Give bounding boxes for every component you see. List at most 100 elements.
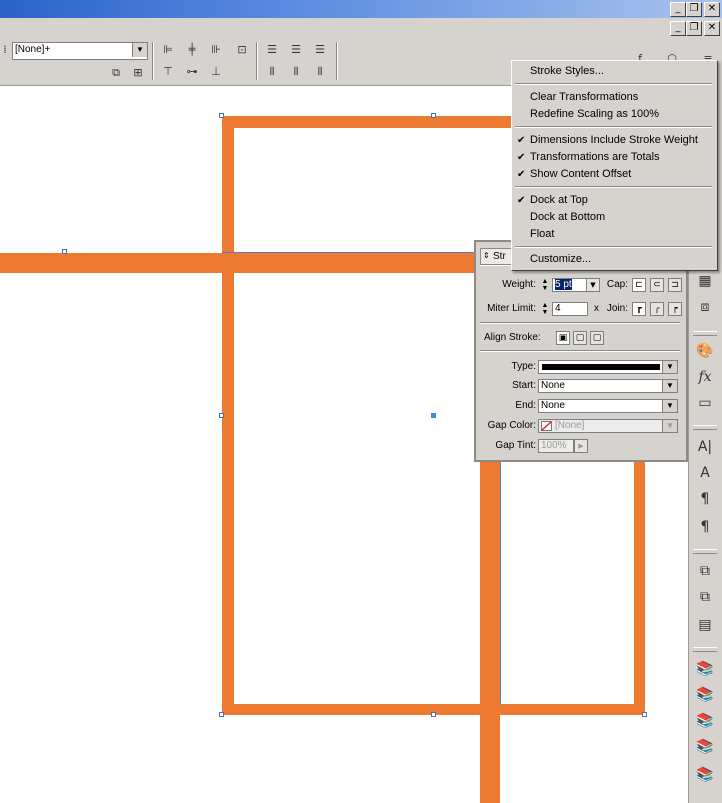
gap-color-value: [None] <box>555 420 585 431</box>
restore-button[interactable]: ❐ <box>686 2 702 17</box>
menu-item-label: Dimensions Include Stroke Weight <box>530 134 698 146</box>
vertical-bar-shape[interactable] <box>480 455 500 803</box>
close-button[interactable]: ✕ <box>704 2 720 17</box>
object-style-icon: ⁞ <box>3 43 7 56</box>
chevron-down-icon[interactable]: ▼ <box>132 43 147 57</box>
start-select[interactable]: None ▼ <box>538 379 678 393</box>
dock-grip[interactable] <box>693 425 717 430</box>
menu-item-dock-at-top[interactable]: ✔ Dock at Top <box>512 192 715 209</box>
object-style-select[interactable]: [None]+ ▼ <box>12 42 148 60</box>
chevron-down-icon[interactable]: ▼ <box>662 400 677 412</box>
menu-item-dimensions-include-stroke[interactable]: ✔ Dimensions Include Stroke Weight <box>512 132 715 149</box>
center-point-handle[interactable] <box>431 413 436 418</box>
pages-icon[interactable]: ⧉ <box>695 561 715 581</box>
character-icon[interactable]: A| <box>695 437 715 457</box>
paragraph-styles-icon[interactable]: ¶ <box>695 517 715 537</box>
align-top-edges-icon[interactable]: ⊤ <box>160 65 176 79</box>
selection-guide <box>500 455 501 705</box>
dock-grip[interactable] <box>693 647 717 652</box>
doc-restore-button[interactable]: ❐ <box>686 21 702 36</box>
bevel-join-button[interactable]: ┍ <box>668 302 682 316</box>
stroke-type-select[interactable]: ▼ <box>538 360 678 374</box>
menu-item-label: Transformations are Totals <box>530 151 660 163</box>
selection-handle[interactable] <box>219 113 224 118</box>
chevron-down-icon[interactable]: ▼ <box>586 278 600 292</box>
text-wrap-icon[interactable]: ⧈ <box>695 297 715 317</box>
swatches-icon[interactable]: ▦ <box>695 271 715 291</box>
menu-item-transformations-totals[interactable]: ✔ Transformations are Totals <box>512 149 715 166</box>
library-icon[interactable]: 📚 <box>695 765 715 785</box>
library-icon[interactable]: 📚 <box>695 737 715 757</box>
miter-stepper[interactable]: ▲ ▼ <box>539 302 551 316</box>
align-bottom-edges-icon[interactable]: ⊥ <box>208 65 224 79</box>
menu-item-clear-transformations[interactable]: Clear Transformations <box>512 89 715 106</box>
selection-handle[interactable] <box>642 712 647 717</box>
library-icon[interactable]: 📚 <box>695 711 715 731</box>
end-select[interactable]: None ▼ <box>538 399 678 413</box>
effects-fx-icon[interactable]: fx <box>695 367 715 387</box>
distribute-bottom-icon[interactable]: ☰ <box>312 43 328 57</box>
library-icon[interactable]: 📚 <box>695 685 715 705</box>
check-icon: ✔ <box>517 195 526 206</box>
color-palette-icon[interactable]: 🎨 <box>695 341 715 361</box>
gradient-icon[interactable]: ▭ <box>695 393 715 413</box>
selection-handle[interactable] <box>219 712 224 717</box>
library-icon[interactable]: 📚 <box>695 659 715 679</box>
distribute-left-icon[interactable]: ⦀ <box>264 65 280 79</box>
horizontal-bar-shape[interactable] <box>0 253 480 273</box>
menu-item-customize[interactable]: Customize... <box>512 251 715 268</box>
menu-item-dock-at-bottom[interactable]: Dock at Bottom <box>512 209 715 226</box>
links-icon[interactable]: ▤ <box>695 615 715 635</box>
menu-item-stroke-styles[interactable]: Stroke Styles... <box>512 63 715 80</box>
weight-stepper[interactable]: ▲ ▼ <box>539 278 551 292</box>
doc-close-button[interactable]: ✕ <box>704 21 720 36</box>
align-vertical-centers-icon[interactable]: ⊶ <box>184 65 200 79</box>
align-left-edges-icon[interactable]: ⊫ <box>160 43 176 57</box>
projecting-cap-button[interactable]: ⊐ <box>668 278 682 292</box>
clear-overrides-icon[interactable]: ⧉ <box>108 66 124 80</box>
miter-unit: x <box>594 303 599 314</box>
chevron-down-icon[interactable]: ▼ <box>662 361 677 373</box>
selection-handle[interactable] <box>219 413 224 418</box>
menu-item-float[interactable]: Float <box>512 226 715 243</box>
start-label: Start: <box>512 380 536 391</box>
weight-value: 5 pt <box>555 279 572 290</box>
align-outside-button[interactable]: ▢ <box>590 331 604 345</box>
minimize-button[interactable]: _ <box>670 2 686 17</box>
selection-handle[interactable] <box>431 113 436 118</box>
dock-grip[interactable] <box>693 331 717 336</box>
gap-tint-input: 100% <box>538 439 574 453</box>
paragraph-icon[interactable]: ¶ <box>695 489 715 509</box>
distribute-vcenter-icon[interactable]: ☰ <box>288 43 304 57</box>
distribute-right-icon[interactable]: ⦀ <box>312 65 328 79</box>
menu-item-redefine-scaling[interactable]: Redefine Scaling as 100% <box>512 106 715 123</box>
align-right-edges-icon[interactable]: ⊪ <box>208 43 224 57</box>
dock-grip[interactable] <box>693 549 717 554</box>
butt-cap-button[interactable]: ⊏ <box>632 278 646 292</box>
gap-color-select[interactable]: [None] ▼ <box>538 419 678 433</box>
doc-minimize-button[interactable]: _ <box>670 21 686 36</box>
round-join-button[interactable]: ╭ <box>650 302 664 316</box>
menu-separator <box>515 126 712 128</box>
chevron-down-icon[interactable]: ▼ <box>662 380 677 392</box>
selection-handle[interactable] <box>62 249 67 254</box>
round-cap-button[interactable]: ⊂ <box>650 278 664 292</box>
layers-icon[interactable]: ⧉ <box>695 587 715 607</box>
align-horizontal-centers-icon[interactable]: ╪ <box>184 43 200 57</box>
align-center-button[interactable]: ▣ <box>556 331 570 345</box>
document-window-bar: _ ❐ ✕ <box>0 18 722 38</box>
distribute-top-icon[interactable]: ☰ <box>264 43 280 57</box>
menu-item-show-content-offset[interactable]: ✔ Show Content Offset <box>512 166 715 183</box>
selection-handle[interactable] <box>431 712 436 717</box>
miter-limit-input[interactable]: 4 <box>552 302 588 316</box>
miter-join-button[interactable]: ┏ <box>632 302 646 316</box>
redefine-style-icon[interactable]: ⊞ <box>130 66 146 80</box>
align-inside-button[interactable]: ▢ <box>573 331 587 345</box>
distribute-icon[interactable]: ⊡ <box>234 43 250 57</box>
menu-item-label: Float <box>530 228 555 240</box>
character-styles-icon[interactable]: A <box>695 463 715 483</box>
distribute-hcenter-icon[interactable]: ⦀ <box>288 65 304 79</box>
application-title-bar: _ ❐ ✕ <box>0 0 722 18</box>
stroke-panel-menu: Stroke Styles... Clear Transformations R… <box>511 60 718 271</box>
menu-separator <box>515 246 712 248</box>
